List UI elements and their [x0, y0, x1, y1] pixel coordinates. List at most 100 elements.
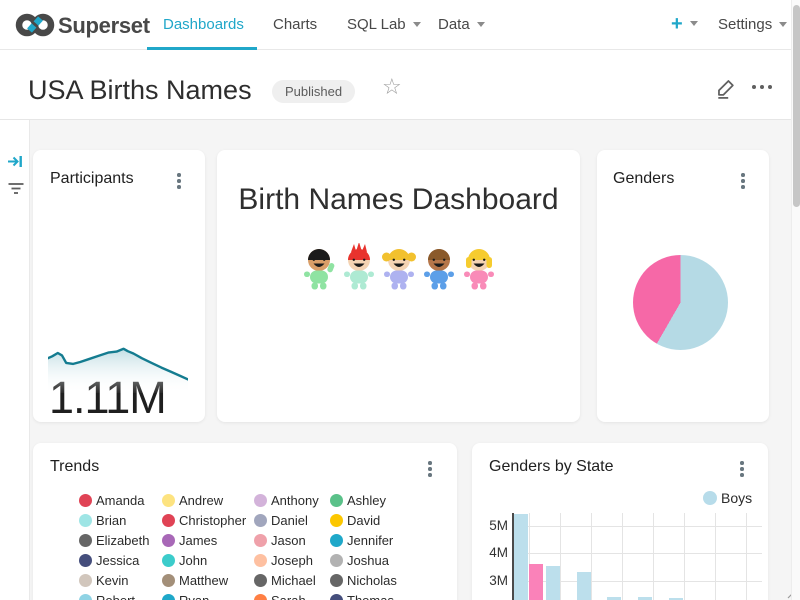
legend-item[interactable]: Anthony — [254, 493, 330, 508]
legend-swatch — [254, 514, 267, 527]
legend-item[interactable]: Ashley — [330, 493, 420, 508]
filter-bar-collapsed — [0, 120, 30, 600]
legend-swatch — [79, 594, 92, 600]
legend-swatch — [162, 494, 175, 507]
chevron-down-icon — [690, 21, 698, 26]
nav-tab-data[interactable]: Data — [438, 16, 485, 33]
chevron-down-icon — [477, 22, 485, 27]
nav-tab-charts[interactable]: Charts — [273, 16, 317, 33]
baby-emoji — [301, 243, 337, 291]
legend-item[interactable]: Elizabeth — [79, 533, 162, 548]
bar-girls[interactable] — [529, 564, 543, 600]
baby-emoji — [461, 243, 497, 291]
legend-swatch — [79, 494, 92, 507]
chart-kebab-menu[interactable] — [175, 171, 183, 191]
legend-swatch — [330, 594, 343, 600]
new-item-button[interactable]: + — [671, 13, 698, 36]
legend-swatch — [254, 534, 267, 547]
legend-label: Michael — [271, 573, 316, 588]
plus-icon: + — [671, 13, 683, 35]
legend-swatch — [330, 574, 343, 587]
chart-kebab-menu[interactable] — [738, 459, 746, 479]
more-options-button[interactable] — [752, 85, 772, 89]
baby-emoji — [421, 243, 457, 291]
legend-item[interactable]: Ryan — [162, 593, 254, 600]
top-nav: Superset Dashboards Charts SQL Lab Data … — [0, 0, 800, 50]
chart-kebab-menu[interactable] — [739, 171, 747, 191]
bar-boys[interactable] — [577, 572, 591, 600]
markdown-heading: Birth Names Dashboard — [217, 183, 580, 217]
legend-item[interactable]: Andrew — [162, 493, 254, 508]
legend-item[interactable]: Matthew — [162, 573, 254, 588]
expand-filter-bar-button[interactable] — [7, 153, 24, 175]
bar-boys[interactable] — [546, 566, 560, 600]
legend-swatch — [162, 574, 175, 587]
legend-swatch — [79, 534, 92, 547]
legend-item[interactable]: Thomas — [330, 593, 420, 600]
legend-swatch — [254, 554, 267, 567]
pie-chart[interactable] — [633, 255, 728, 350]
legend-item[interactable]: Joshua — [330, 553, 420, 568]
legend-item[interactable]: Daniel — [254, 513, 330, 528]
legend-item[interactable]: Sarah — [254, 593, 330, 600]
legend-item[interactable]: Michael — [254, 573, 330, 588]
baby-emoji — [341, 243, 377, 291]
legend-item-boys[interactable]: Boys — [703, 490, 752, 506]
legend-label: James — [179, 533, 217, 548]
bar-boys[interactable] — [514, 514, 528, 600]
legend-label: Brian — [96, 513, 126, 528]
legend-swatch — [330, 514, 343, 527]
chart-kebab-menu[interactable] — [426, 459, 434, 479]
scrollbar-thumb[interactable] — [793, 5, 800, 207]
legend-label: Ryan — [179, 593, 209, 600]
legend-label: Joseph — [271, 553, 313, 568]
legend-item[interactable]: Jason — [254, 533, 330, 548]
legend-label: John — [179, 553, 207, 568]
card-trends: Trends AmandaAndrewAnthonyAshleyBrianChr… — [33, 443, 457, 600]
legend-item[interactable]: Christopher — [162, 513, 254, 528]
nav-tab-dashboards[interactable]: Dashboards — [163, 16, 244, 33]
legend-item[interactable]: Amanda — [79, 493, 162, 508]
filter-icon-button[interactable] — [7, 181, 25, 202]
legend-item[interactable]: David — [330, 513, 420, 528]
legend-item[interactable]: Robert — [79, 593, 162, 600]
superset-logo-icon[interactable] — [15, 10, 55, 40]
nav-tab-sql-lab[interactable]: SQL Lab — [347, 16, 421, 33]
legend-item[interactable]: Nicholas — [330, 573, 420, 588]
legend-swatch — [254, 594, 267, 600]
y-axis-tick-label: 3M — [480, 573, 508, 588]
legend-item[interactable]: Jennifer — [330, 533, 420, 548]
legend-label: Andrew — [179, 493, 223, 508]
legend-swatch — [79, 514, 92, 527]
edit-dashboard-button[interactable] — [715, 77, 737, 104]
legend-swatch — [703, 491, 717, 505]
legend-label: Jennifer — [347, 533, 393, 548]
status-badge[interactable]: Published — [272, 80, 355, 103]
legend-label: Anthony — [271, 493, 319, 508]
baby-emoji — [381, 243, 417, 291]
y-axis-tick-label: 4M — [480, 545, 508, 560]
legend-swatch — [254, 494, 267, 507]
legend-label: Ashley — [347, 493, 386, 508]
legend-item[interactable]: Kevin — [79, 573, 162, 588]
legend-item[interactable]: Jessica — [79, 553, 162, 568]
settings-menu[interactable]: Settings — [718, 16, 787, 33]
legend-item[interactable]: James — [162, 533, 254, 548]
legend-label: Daniel — [271, 513, 308, 528]
favorite-star-icon[interactable]: ☆ — [382, 75, 402, 100]
gridline — [512, 553, 762, 554]
legend-item[interactable]: Joseph — [254, 553, 330, 568]
vertical-scrollbar — [791, 0, 800, 600]
legend-swatch — [162, 594, 175, 600]
chevron-down-icon — [413, 22, 421, 27]
legend-item[interactable]: John — [162, 553, 254, 568]
legend-label: Boys — [721, 490, 752, 506]
legend-label: Jessica — [96, 553, 139, 568]
legend-swatch — [162, 534, 175, 547]
brand-name[interactable]: Superset — [58, 13, 150, 39]
gridline — [512, 526, 762, 527]
series-legend: Amanda Andrew Anthony Ashley Brian Christophe… — [79, 490, 420, 600]
legend-item[interactable]: Brian — [79, 513, 162, 528]
chart-title: Participants — [50, 170, 134, 188]
baby-emoji-row — [217, 243, 580, 291]
